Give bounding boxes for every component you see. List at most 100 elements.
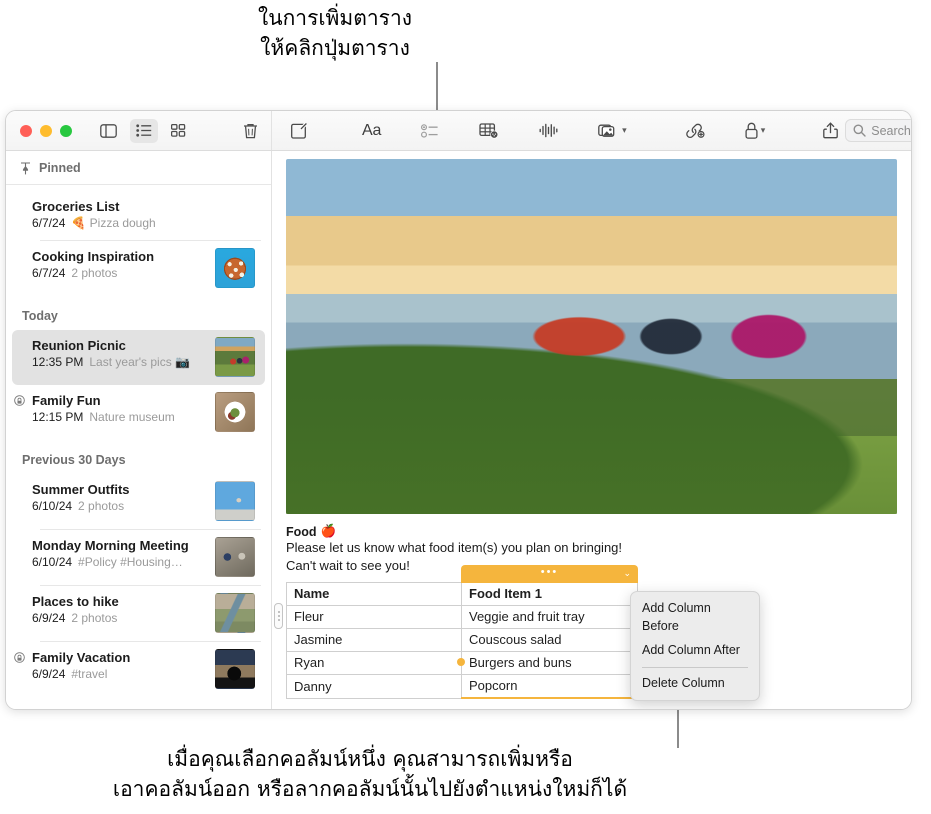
- note-lock-spacer: [14, 537, 32, 539]
- table-header-cell[interactable]: Food Item 1: [461, 581, 638, 607]
- link-icon[interactable]: [680, 118, 710, 144]
- note-lock-spacer: [14, 248, 32, 250]
- table-header-row[interactable]: Name Food Item 1: [286, 581, 638, 607]
- media-icon[interactable]: ▾: [593, 118, 632, 144]
- note-item-meta: 6/9/24 #travel: [32, 667, 207, 683]
- note-content[interactable]: Food 🍎 Please let us know what food item…: [272, 151, 911, 709]
- note-item-title: Monday Morning Meeting: [32, 538, 189, 553]
- lock-badge-icon: [14, 395, 25, 406]
- note-list-item[interactable]: Reunion Picnic 12:35 PM Last year's pics 📷: [12, 330, 265, 385]
- table-icon[interactable]: [474, 118, 504, 144]
- note-item-thumbnail: [215, 248, 255, 288]
- toolbar: Aa ▾ ▾ Search: [6, 111, 911, 151]
- table-cell[interactable]: Jasmine: [286, 628, 462, 653]
- sidebar-section-label: Previous 30 Days: [22, 453, 126, 467]
- share-icon[interactable]: [818, 118, 843, 144]
- gallery-view-icon[interactable]: [164, 119, 192, 143]
- note-item-text: Family Fun 12:15 PM Nature museum: [32, 392, 207, 426]
- note-lock-spacer: [14, 481, 32, 483]
- table-cell[interactable]: Popcorn: [461, 674, 638, 700]
- note-item-date: 6/9/24: [32, 667, 66, 682]
- note-item-text: Places to hike 6/9/24 2 photos: [32, 593, 207, 627]
- note-item-thumbnail: [215, 593, 255, 633]
- chevron-down-icon[interactable]: ⌄: [623, 568, 631, 579]
- note-lock-spacer: [14, 337, 32, 339]
- menu-item-add-column-before[interactable]: Add Column Before: [631, 597, 759, 639]
- minimize-button[interactable]: [40, 124, 52, 137]
- note-item-text: Summer Outfits 6/10/24 2 photos: [32, 481, 207, 515]
- chevron-down-icon[interactable]: ▾: [761, 125, 766, 136]
- note-list-item[interactable]: Monday Morning Meeting 6/10/24 #Policy #Ho…: [12, 530, 265, 585]
- delete-note-icon[interactable]: [236, 119, 264, 143]
- note-locked-icon: [14, 392, 32, 407]
- chevron-down-icon[interactable]: ▾: [622, 125, 627, 136]
- column-selection-handle[interactable]: ••• ⌄: [461, 565, 638, 583]
- note-item-title: Family Vacation: [32, 650, 131, 665]
- table-row[interactable]: Fleur Veggie and fruit tray: [286, 605, 638, 630]
- note-list-item[interactable]: Family Vacation 6/9/24 #travel: [12, 642, 265, 697]
- menu-item-delete-column[interactable]: Delete Column: [631, 672, 759, 696]
- compose-note-icon[interactable]: [286, 118, 313, 144]
- note-item-meta: 6/9/24 2 photos: [32, 611, 207, 627]
- table-row[interactable]: Jasmine Couscous salad: [286, 628, 638, 653]
- note-item-subtitle: 🍕 Pizza dough: [71, 216, 156, 231]
- note-list-item[interactable]: Groceries List 6/7/24 🍕 Pizza dough: [12, 191, 265, 240]
- note-item-subtitle: 2 photos: [71, 611, 118, 626]
- callout-top-text: ในการเพิ่มตาราง ให้คลิกปุ่มตาราง: [257, 6, 412, 60]
- sidebar-toggle-icon[interactable]: [94, 119, 122, 143]
- format-icon[interactable]: Aa: [357, 118, 386, 144]
- lock-badge-icon: [14, 652, 25, 663]
- menu-separator: [642, 666, 748, 668]
- table-cell[interactable]: Burgers and buns: [461, 651, 638, 676]
- row-drag-handle[interactable]: [274, 603, 283, 630]
- audio-icon[interactable]: [534, 118, 563, 144]
- sidebar-section-label: Today: [22, 309, 58, 323]
- search-icon: [853, 124, 866, 137]
- note-item-subtitle: #travel: [71, 667, 108, 682]
- note-item-date: 6/7/24: [32, 266, 66, 281]
- note-item-title: Summer Outfits: [32, 482, 130, 497]
- table-cell[interactable]: Veggie and fruit tray: [461, 605, 638, 630]
- note-item-thumbnail: [215, 649, 255, 689]
- note-list-item[interactable]: Places to hike 6/9/24 2 photos: [12, 586, 265, 641]
- table-cell[interactable]: Danny: [286, 674, 462, 699]
- note-item-title: Family Fun: [32, 393, 101, 408]
- close-button[interactable]: [20, 124, 32, 137]
- sidebar-sections: Groceries List 6/7/24 🍕 Pizza dough Cooking…: [6, 185, 271, 697]
- note-list-item[interactable]: Cooking Inspiration 6/7/24 2 photos: [12, 241, 265, 296]
- maximize-button[interactable]: [60, 124, 72, 137]
- note-item-subtitle: #Policy #Housing…: [78, 555, 183, 570]
- note-list-item[interactable]: Family Fun 12:15 PM Nature museum: [12, 385, 265, 440]
- note-list-item[interactable]: Summer Outfits 6/10/24 2 photos: [12, 474, 265, 529]
- list-view-icon[interactable]: [130, 118, 158, 143]
- menu-item-add-column-after[interactable]: Add Column After: [631, 639, 759, 663]
- note-item-date: 6/10/24: [32, 555, 73, 570]
- note-item-meta: 12:15 PM Nature museum: [32, 410, 207, 426]
- table-row[interactable]: Danny Popcorn: [286, 674, 638, 700]
- table-cell[interactable]: Fleur: [286, 605, 462, 630]
- format-label: Aa: [362, 121, 382, 139]
- note-table[interactable]: Name Food Item 1 Fleur Veggie and fruit tra…: [286, 581, 638, 700]
- note-item-text: Reunion Picnic 12:35 PM Last year's pics 📷: [32, 337, 207, 371]
- toolbar-right-section: Aa ▾ ▾ Search: [272, 111, 911, 150]
- table-cell[interactable]: Couscous salad: [461, 628, 638, 653]
- note-item-subtitle: 2 photos: [78, 499, 125, 514]
- column-context-menu[interactable]: Add Column Before Add Column After Delet…: [630, 591, 760, 702]
- table-cell[interactable]: Ryan: [286, 651, 462, 676]
- lock-icon[interactable]: ▾: [740, 118, 771, 144]
- screenshot-root: ในการเพิ่มตาราง ให้คลิกปุ่มตาราง เมื่อคุ…: [0, 0, 931, 814]
- note-item-date: 12:15 PM: [32, 410, 84, 425]
- search-input[interactable]: Search: [845, 119, 911, 142]
- note-item-thumbnail: [215, 337, 255, 377]
- note-heading: Food 🍎: [286, 524, 897, 539]
- table-header-cell[interactable]: Name: [286, 581, 462, 607]
- note-item-thumbnail: [215, 481, 255, 521]
- note-item-subtitle: Last year's pics 📷: [89, 355, 190, 370]
- checklist-icon[interactable]: [416, 118, 444, 144]
- note-item-subtitle: Nature museum: [89, 410, 175, 425]
- note-item-text: Family Vacation 6/9/24 #travel: [32, 649, 207, 683]
- note-item-text: Groceries List 6/7/24 🍕 Pizza dough: [32, 198, 255, 232]
- notes-sidebar[interactable]: Pinned Groceries List 6/7/24 🍕 Pizza dough…: [6, 151, 272, 709]
- note-lock-spacer: [14, 198, 32, 200]
- note-item-title: Places to hike: [32, 594, 119, 609]
